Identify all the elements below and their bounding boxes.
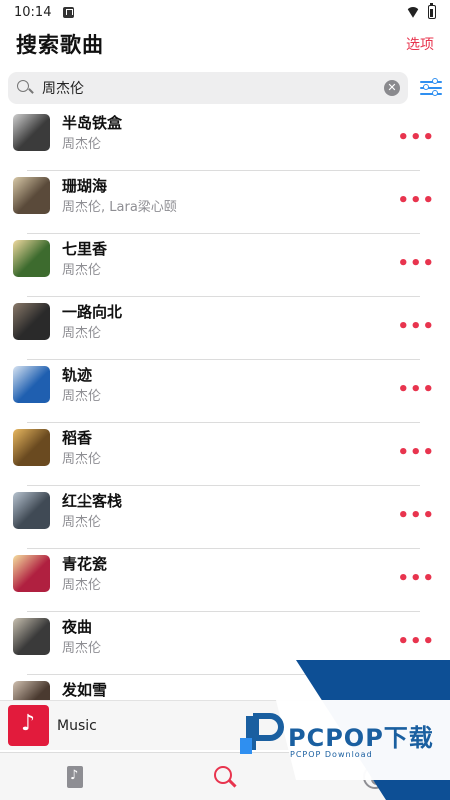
album-cover	[13, 114, 50, 151]
song-row[interactable]: 七里香周杰伦 •••	[0, 234, 450, 297]
song-row[interactable]: 夜曲周杰伦 •••	[0, 612, 450, 675]
song-title: 稻香	[62, 429, 93, 447]
search-input[interactable]	[42, 80, 384, 96]
song-row[interactable]: 珊瑚海周杰伦, Lara梁心颐 •••	[0, 171, 450, 234]
song-artist: 周杰伦	[62, 452, 102, 467]
song-row[interactable]: 红尘客栈周杰伦 •••	[0, 486, 450, 549]
more-options-icon[interactable]: •••	[397, 631, 435, 652]
music-library-icon	[67, 765, 83, 788]
album-cover	[13, 492, 50, 529]
clear-search-button[interactable]: ✕	[384, 80, 400, 96]
song-row[interactable]: 青花瓷周杰伦 •••	[0, 549, 450, 612]
album-cover	[13, 366, 50, 403]
mini-player[interactable]: ♪ Music	[0, 700, 450, 750]
battery-icon	[428, 3, 436, 19]
album-cover	[13, 240, 50, 277]
page-title: 搜索歌曲	[16, 33, 104, 57]
song-meta: 珊瑚海周杰伦, Lara梁心颐	[62, 175, 177, 218]
song-title: 红尘客栈	[62, 492, 123, 510]
song-title: 半岛铁盒	[62, 114, 123, 132]
song-list: 半岛铁盒 周杰伦 ••• 珊瑚海 周杰伦, Lara梁心颐 ••• 七里香 周杰伦 ••• 一路向…	[0, 108, 450, 738]
song-artist: 周杰伦	[62, 137, 102, 152]
song-title: 一路向北	[62, 303, 123, 321]
options-button[interactable]: 选项	[406, 34, 434, 54]
more-options-icon[interactable]: •••	[397, 505, 435, 526]
search-icon	[16, 79, 34, 97]
song-artist: 周杰伦, Lara梁心颐	[62, 200, 177, 215]
album-cover	[13, 429, 50, 466]
more-options-icon[interactable]: •••	[397, 253, 435, 274]
tab-settings[interactable]	[300, 753, 450, 800]
search-box: ✕	[8, 72, 408, 104]
album-cover	[13, 555, 50, 592]
song-artist: 周杰伦	[62, 641, 102, 656]
tab-library[interactable]	[0, 753, 150, 800]
song-artist: 周杰伦	[62, 515, 102, 530]
song-row[interactable]: 一路向北周杰伦 •••	[0, 297, 450, 360]
status-bar: 10:14	[0, 0, 450, 24]
song-title: 轨迹	[62, 366, 93, 384]
status-right	[406, 3, 436, 19]
song-artist: 周杰伦	[62, 389, 102, 404]
wifi-icon	[406, 7, 420, 18]
song-row[interactable]: 稻香周杰伦 •••	[0, 423, 450, 486]
song-row[interactable]: 半岛铁盒周杰伦 •••	[0, 108, 450, 171]
song-title: 珊瑚海	[62, 177, 108, 195]
album-cover	[13, 303, 50, 340]
settings-icon	[363, 764, 387, 789]
album-cover	[13, 618, 50, 655]
song-row[interactable]: 轨迹周杰伦 •••	[0, 360, 450, 423]
song-title: 夜曲	[62, 618, 93, 636]
song-artist: 周杰伦	[62, 263, 102, 278]
more-options-icon[interactable]: •••	[397, 127, 435, 148]
song-artist: 周杰伦	[62, 326, 102, 341]
more-options-icon[interactable]: •••	[397, 316, 435, 337]
more-options-icon[interactable]: •••	[397, 442, 435, 463]
song-meta: 稻香 周杰伦	[62, 427, 101, 470]
song-meta: 红尘客栈 周杰伦	[62, 490, 122, 533]
music-app-icon: ♪	[8, 705, 49, 746]
song-title: 青花瓷	[62, 555, 108, 573]
filter-icon[interactable]	[420, 78, 442, 98]
album-cover	[13, 177, 50, 214]
notification-icon	[63, 6, 75, 18]
more-options-icon[interactable]: •••	[397, 379, 435, 400]
header: 搜索歌曲 选项	[0, 24, 450, 64]
song-meta: 半岛铁盒 周杰伦	[62, 112, 122, 155]
status-time: 10:14	[14, 4, 52, 20]
more-options-icon[interactable]: •••	[397, 568, 435, 589]
song-title: 七里香	[62, 240, 108, 258]
song-artist: 周杰伦	[62, 578, 102, 593]
mini-player-title: Music	[57, 717, 97, 734]
song-meta: 青花瓷 周杰伦	[62, 553, 107, 596]
song-meta: 一路向北 周杰伦	[62, 301, 122, 344]
more-options-icon[interactable]: •••	[397, 190, 435, 211]
song-meta: 轨迹 周杰伦	[62, 364, 101, 407]
search-row: ✕	[8, 72, 442, 104]
song-title: 发如雪	[62, 681, 108, 699]
tab-bar	[0, 752, 450, 800]
song-meta: 夜曲 周杰伦	[62, 616, 101, 659]
tab-search[interactable]	[150, 753, 300, 800]
song-meta: 七里香 周杰伦	[62, 238, 107, 281]
search-tab-icon	[213, 765, 237, 789]
